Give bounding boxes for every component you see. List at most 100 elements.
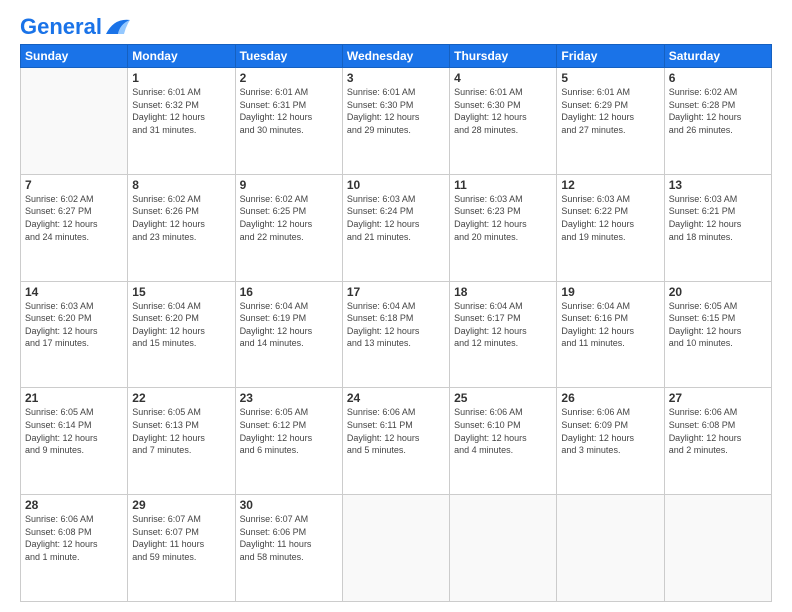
day-info: Sunrise: 6:01 AM Sunset: 6:30 PM Dayligh… (347, 86, 445, 136)
day-number: 27 (669, 391, 767, 405)
day-info: Sunrise: 6:03 AM Sunset: 6:20 PM Dayligh… (25, 300, 123, 350)
day-number: 8 (132, 178, 230, 192)
day-info: Sunrise: 6:05 AM Sunset: 6:13 PM Dayligh… (132, 406, 230, 456)
day-number: 10 (347, 178, 445, 192)
day-info: Sunrise: 6:06 AM Sunset: 6:09 PM Dayligh… (561, 406, 659, 456)
day-number: 13 (669, 178, 767, 192)
day-number: 25 (454, 391, 552, 405)
day-cell-18: 18Sunrise: 6:04 AM Sunset: 6:17 PM Dayli… (450, 281, 557, 388)
day-number: 4 (454, 71, 552, 85)
day-cell-30: 30Sunrise: 6:07 AM Sunset: 6:06 PM Dayli… (235, 495, 342, 602)
weekday-header-saturday: Saturday (664, 45, 771, 68)
weekday-header-row: SundayMondayTuesdayWednesdayThursdayFrid… (21, 45, 772, 68)
day-cell-1: 1Sunrise: 6:01 AM Sunset: 6:32 PM Daylig… (128, 68, 235, 175)
day-cell-4: 4Sunrise: 6:01 AM Sunset: 6:30 PM Daylig… (450, 68, 557, 175)
day-info: Sunrise: 6:03 AM Sunset: 6:21 PM Dayligh… (669, 193, 767, 243)
day-cell-6: 6Sunrise: 6:02 AM Sunset: 6:28 PM Daylig… (664, 68, 771, 175)
day-cell-3: 3Sunrise: 6:01 AM Sunset: 6:30 PM Daylig… (342, 68, 449, 175)
logo: General (20, 16, 132, 34)
day-cell-22: 22Sunrise: 6:05 AM Sunset: 6:13 PM Dayli… (128, 388, 235, 495)
day-info: Sunrise: 6:04 AM Sunset: 6:19 PM Dayligh… (240, 300, 338, 350)
day-number: 21 (25, 391, 123, 405)
day-number: 28 (25, 498, 123, 512)
day-number: 14 (25, 285, 123, 299)
empty-cell (557, 495, 664, 602)
week-row-5: 28Sunrise: 6:06 AM Sunset: 6:08 PM Dayli… (21, 495, 772, 602)
day-info: Sunrise: 6:02 AM Sunset: 6:27 PM Dayligh… (25, 193, 123, 243)
day-number: 15 (132, 285, 230, 299)
day-info: Sunrise: 6:02 AM Sunset: 6:28 PM Dayligh… (669, 86, 767, 136)
weekday-header-sunday: Sunday (21, 45, 128, 68)
week-row-3: 14Sunrise: 6:03 AM Sunset: 6:20 PM Dayli… (21, 281, 772, 388)
empty-cell (21, 68, 128, 175)
day-info: Sunrise: 6:01 AM Sunset: 6:32 PM Dayligh… (132, 86, 230, 136)
day-number: 30 (240, 498, 338, 512)
day-number: 23 (240, 391, 338, 405)
day-info: Sunrise: 6:06 AM Sunset: 6:11 PM Dayligh… (347, 406, 445, 456)
day-number: 17 (347, 285, 445, 299)
day-cell-29: 29Sunrise: 6:07 AM Sunset: 6:07 PM Dayli… (128, 495, 235, 602)
page: General SundayMondayTuesdayWednesdayThur… (0, 0, 792, 612)
day-number: 20 (669, 285, 767, 299)
day-cell-13: 13Sunrise: 6:03 AM Sunset: 6:21 PM Dayli… (664, 174, 771, 281)
day-cell-2: 2Sunrise: 6:01 AM Sunset: 6:31 PM Daylig… (235, 68, 342, 175)
day-info: Sunrise: 6:05 AM Sunset: 6:12 PM Dayligh… (240, 406, 338, 456)
day-number: 3 (347, 71, 445, 85)
day-cell-15: 15Sunrise: 6:04 AM Sunset: 6:20 PM Dayli… (128, 281, 235, 388)
day-info: Sunrise: 6:05 AM Sunset: 6:14 PM Dayligh… (25, 406, 123, 456)
week-row-1: 1Sunrise: 6:01 AM Sunset: 6:32 PM Daylig… (21, 68, 772, 175)
day-info: Sunrise: 6:06 AM Sunset: 6:08 PM Dayligh… (669, 406, 767, 456)
day-info: Sunrise: 6:04 AM Sunset: 6:18 PM Dayligh… (347, 300, 445, 350)
day-info: Sunrise: 6:03 AM Sunset: 6:22 PM Dayligh… (561, 193, 659, 243)
day-number: 22 (132, 391, 230, 405)
weekday-header-wednesday: Wednesday (342, 45, 449, 68)
week-row-4: 21Sunrise: 6:05 AM Sunset: 6:14 PM Dayli… (21, 388, 772, 495)
day-number: 1 (132, 71, 230, 85)
day-number: 18 (454, 285, 552, 299)
day-info: Sunrise: 6:04 AM Sunset: 6:20 PM Dayligh… (132, 300, 230, 350)
day-info: Sunrise: 6:01 AM Sunset: 6:30 PM Dayligh… (454, 86, 552, 136)
day-cell-19: 19Sunrise: 6:04 AM Sunset: 6:16 PM Dayli… (557, 281, 664, 388)
logo-text: General (20, 16, 102, 38)
day-cell-21: 21Sunrise: 6:05 AM Sunset: 6:14 PM Dayli… (21, 388, 128, 495)
day-number: 26 (561, 391, 659, 405)
day-info: Sunrise: 6:03 AM Sunset: 6:23 PM Dayligh… (454, 193, 552, 243)
weekday-header-friday: Friday (557, 45, 664, 68)
header: General (20, 16, 772, 34)
weekday-header-monday: Monday (128, 45, 235, 68)
day-info: Sunrise: 6:07 AM Sunset: 6:06 PM Dayligh… (240, 513, 338, 563)
day-info: Sunrise: 6:03 AM Sunset: 6:24 PM Dayligh… (347, 193, 445, 243)
weekday-header-tuesday: Tuesday (235, 45, 342, 68)
day-info: Sunrise: 6:06 AM Sunset: 6:08 PM Dayligh… (25, 513, 123, 563)
day-number: 6 (669, 71, 767, 85)
day-cell-27: 27Sunrise: 6:06 AM Sunset: 6:08 PM Dayli… (664, 388, 771, 495)
day-cell-23: 23Sunrise: 6:05 AM Sunset: 6:12 PM Dayli… (235, 388, 342, 495)
day-cell-25: 25Sunrise: 6:06 AM Sunset: 6:10 PM Dayli… (450, 388, 557, 495)
day-cell-9: 9Sunrise: 6:02 AM Sunset: 6:25 PM Daylig… (235, 174, 342, 281)
day-cell-17: 17Sunrise: 6:04 AM Sunset: 6:18 PM Dayli… (342, 281, 449, 388)
day-number: 16 (240, 285, 338, 299)
day-cell-26: 26Sunrise: 6:06 AM Sunset: 6:09 PM Dayli… (557, 388, 664, 495)
day-info: Sunrise: 6:07 AM Sunset: 6:07 PM Dayligh… (132, 513, 230, 563)
day-number: 12 (561, 178, 659, 192)
day-number: 24 (347, 391, 445, 405)
calendar-table: SundayMondayTuesdayWednesdayThursdayFrid… (20, 44, 772, 602)
day-info: Sunrise: 6:04 AM Sunset: 6:17 PM Dayligh… (454, 300, 552, 350)
day-info: Sunrise: 6:05 AM Sunset: 6:15 PM Dayligh… (669, 300, 767, 350)
day-cell-12: 12Sunrise: 6:03 AM Sunset: 6:22 PM Dayli… (557, 174, 664, 281)
day-info: Sunrise: 6:01 AM Sunset: 6:29 PM Dayligh… (561, 86, 659, 136)
day-info: Sunrise: 6:02 AM Sunset: 6:25 PM Dayligh… (240, 193, 338, 243)
day-cell-16: 16Sunrise: 6:04 AM Sunset: 6:19 PM Dayli… (235, 281, 342, 388)
weekday-header-thursday: Thursday (450, 45, 557, 68)
day-number: 5 (561, 71, 659, 85)
empty-cell (450, 495, 557, 602)
day-info: Sunrise: 6:06 AM Sunset: 6:10 PM Dayligh… (454, 406, 552, 456)
day-number: 19 (561, 285, 659, 299)
day-info: Sunrise: 6:04 AM Sunset: 6:16 PM Dayligh… (561, 300, 659, 350)
day-cell-10: 10Sunrise: 6:03 AM Sunset: 6:24 PM Dayli… (342, 174, 449, 281)
day-number: 7 (25, 178, 123, 192)
day-cell-20: 20Sunrise: 6:05 AM Sunset: 6:15 PM Dayli… (664, 281, 771, 388)
week-row-2: 7Sunrise: 6:02 AM Sunset: 6:27 PM Daylig… (21, 174, 772, 281)
day-number: 9 (240, 178, 338, 192)
empty-cell (342, 495, 449, 602)
